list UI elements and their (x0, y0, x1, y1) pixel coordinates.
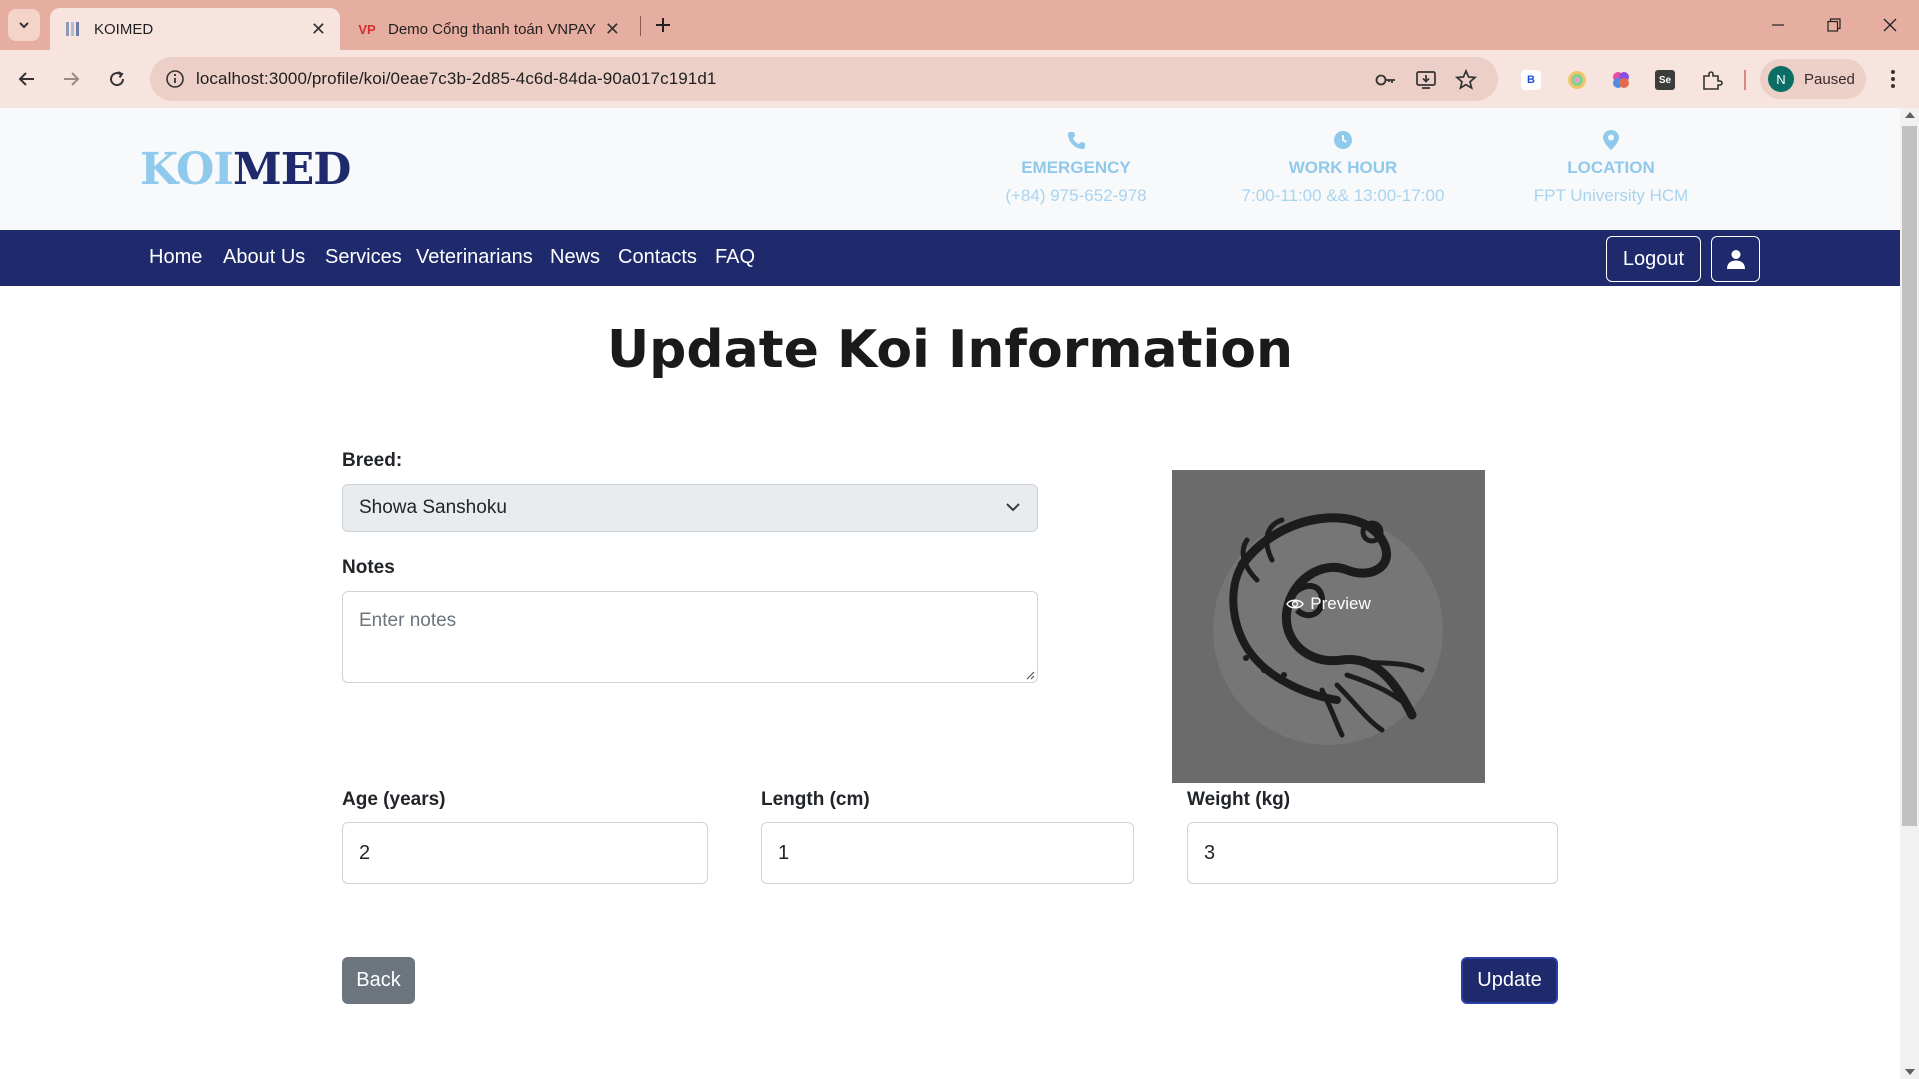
preview-overlay[interactable]: Preview (1172, 594, 1485, 614)
vnpay-favicon-icon: VP (358, 21, 376, 37)
scrollbar-thumb[interactable] (1902, 126, 1917, 826)
chevron-down-icon (19, 22, 29, 29)
forward-nav-button[interactable] (56, 64, 86, 94)
emergency-phone: (+84) 975-652-978 (1005, 186, 1147, 205)
koimed-favicon-icon (64, 20, 82, 38)
page-title: Update Koi Information (606, 320, 1294, 380)
location-label: LOCATION (1567, 158, 1655, 177)
browser-menu-button[interactable] (1880, 66, 1906, 92)
tab-list-button[interactable] (8, 9, 40, 41)
site-info-icon[interactable] (164, 68, 186, 90)
notes-placeholder: Enter notes (359, 610, 457, 631)
selenium-extension-icon[interactable]: Se (1653, 68, 1677, 92)
close-icon (1883, 18, 1897, 32)
profile-button[interactable]: N Paused (1760, 59, 1866, 99)
eye-icon (1286, 599, 1305, 609)
color-extension-icon[interactable] (1565, 68, 1589, 92)
password-key-icon[interactable] (1374, 68, 1398, 92)
minimize-button[interactable] (1758, 10, 1798, 40)
location-pin-icon (1603, 130, 1619, 150)
location-info: LOCATION FPT University HCM (1511, 130, 1711, 206)
back-nav-button[interactable] (12, 64, 42, 94)
length-value: 1 (778, 842, 790, 864)
avatar: N (1768, 66, 1794, 92)
length-input[interactable]: 1 (761, 822, 1134, 884)
age-value: 2 (359, 842, 371, 864)
tab-title: Demo Cổng thanh toán VNPAY (388, 20, 596, 38)
resize-grip-icon[interactable] (1025, 670, 1035, 680)
clock-icon (1334, 131, 1352, 149)
back-button[interactable]: Back (342, 957, 415, 1004)
main-navbar: Home About Us Services Veterinarians New… (0, 230, 1900, 286)
logout-button[interactable]: Logout (1606, 236, 1701, 282)
preview-label: Preview (1310, 594, 1371, 613)
nav-contacts[interactable]: Contacts (618, 246, 697, 269)
page-scrollbar[interactable] (1900, 108, 1919, 1079)
length-label: Length (cm) (761, 789, 870, 810)
browser-toolbar: localhost:3000/profile/koi/0eae7c3b-2d85… (0, 50, 1919, 108)
tab-vnpay[interactable]: VP Demo Cổng thanh toán VNPAY ✕ (344, 8, 634, 50)
nav-about-us[interactable]: About Us (223, 246, 305, 269)
tab-koimed[interactable]: KOIMED ✕ (50, 8, 340, 50)
tab-title: KOIMED (94, 20, 154, 38)
reload-icon (110, 71, 125, 87)
b-extension-icon[interactable]: B (1519, 68, 1543, 92)
phone-icon (1068, 132, 1085, 149)
profile-status: Paused (1804, 70, 1855, 88)
age-label: Age (years) (342, 789, 446, 810)
scroll-down-arrow-icon[interactable] (1905, 1069, 1915, 1075)
emergency-label: EMERGENCY (1021, 158, 1131, 177)
url-text: localhost:3000/profile/koi/0eae7c3b-2d85… (196, 69, 717, 88)
emergency-info: EMERGENCY (+84) 975-652-978 (976, 130, 1176, 206)
toolbar-divider (1744, 70, 1746, 90)
restore-icon (1827, 18, 1841, 32)
address-bar[interactable]: localhost:3000/profile/koi/0eae7c3b-2d85… (150, 57, 1498, 101)
user-icon (1726, 250, 1745, 269)
nav-services[interactable]: Services (325, 246, 402, 269)
scroll-up-arrow-icon[interactable] (1905, 112, 1915, 118)
notes-label: Notes (342, 557, 395, 578)
nav-veterinarians[interactable]: Veterinarians (416, 246, 533, 269)
minimize-icon (1772, 24, 1784, 26)
notes-textarea[interactable]: Enter notes (342, 591, 1038, 683)
site-header: KOIMED EMERGENCY (+84) 975-652-978 WORK … (0, 108, 1900, 230)
work-hour-value: 7:00-11:00 && 13:00-17:00 (1241, 186, 1445, 205)
tab-separator (640, 16, 641, 36)
weight-value: 3 (1204, 842, 1216, 864)
breed-select[interactable]: Showa Sanshoku (342, 484, 1038, 532)
age-input[interactable]: 2 (342, 822, 708, 884)
user-profile-button[interactable] (1711, 236, 1760, 282)
puzzle-extensions-icon[interactable] (1700, 68, 1724, 92)
new-tab-button[interactable] (650, 12, 676, 38)
browser-tab-bar: KOIMED ✕ VP Demo Cổng thanh toán VNPAY ✕ (0, 0, 1919, 50)
breed-label: Breed: (342, 450, 403, 471)
koi-fish-illustration (1172, 470, 1485, 783)
bookmark-star-icon[interactable] (1454, 68, 1478, 92)
weight-input[interactable]: 3 (1187, 822, 1558, 884)
reload-button[interactable] (102, 64, 132, 94)
weight-label: Weight (kg) (1187, 789, 1291, 810)
arrow-left-icon (18, 72, 34, 86)
close-tab-icon[interactable]: ✕ (605, 19, 620, 39)
koimed-logo[interactable]: KOIMED (140, 144, 351, 195)
brain-extension-icon[interactable] (1609, 68, 1633, 92)
nav-news[interactable]: News (550, 246, 600, 269)
breed-selected-value: Showa Sanshoku (359, 497, 507, 518)
work-hour-label: WORK HOUR (1288, 158, 1398, 177)
install-app-icon[interactable] (1414, 68, 1438, 92)
nav-faq[interactable]: FAQ (715, 246, 755, 269)
work-hour-info: WORK HOUR 7:00-11:00 && 13:00-17:00 (1213, 130, 1473, 206)
koi-image-preview[interactable]: Preview (1172, 470, 1485, 783)
chevron-down-icon (1006, 503, 1020, 512)
restore-button[interactable] (1814, 10, 1854, 40)
arrow-right-icon (64, 72, 80, 86)
location-value: FPT University HCM (1533, 186, 1689, 205)
page-viewport: KOIMED EMERGENCY (+84) 975-652-978 WORK … (0, 108, 1900, 1079)
more-vertical-icon (1891, 70, 1895, 88)
close-tab-icon[interactable]: ✕ (311, 19, 326, 39)
plus-icon (656, 18, 670, 32)
close-window-button[interactable] (1870, 10, 1910, 40)
nav-home[interactable]: Home (149, 246, 202, 269)
update-button[interactable]: Update (1461, 957, 1558, 1004)
